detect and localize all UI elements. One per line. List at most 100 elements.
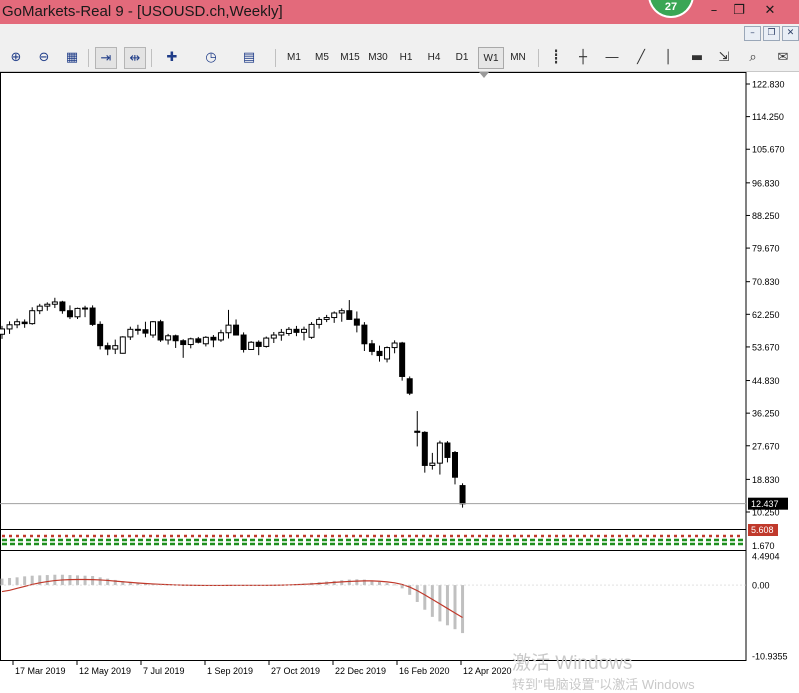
- price-tick-label: 96.830: [752, 178, 780, 188]
- candle-body: [376, 350, 383, 357]
- timeframe-h4-button[interactable]: H4: [421, 47, 447, 69]
- candle-body: [6, 324, 13, 330]
- candle-body: [331, 312, 338, 319]
- indicator-value-label: 5.608: [751, 525, 774, 535]
- minimize-icon[interactable]: –: [704, 2, 724, 20]
- price-tick-label: 79.670: [752, 244, 780, 254]
- period-separators-button[interactable]: ┋: [545, 47, 567, 69]
- search-icon: ⌕: [749, 50, 757, 65]
- candle-body: [82, 307, 89, 310]
- candle-body: [89, 307, 96, 325]
- price-pane: [0, 72, 747, 530]
- chat-button[interactable]: ✉: [772, 47, 794, 69]
- candle-body: [210, 336, 217, 341]
- trendline-button[interactable]: ╱: [630, 47, 652, 69]
- candle-body: [36, 305, 43, 312]
- chart-area[interactable]: 122.830 114.250 105.670 96.830 88.250 79.670 7…: [0, 72, 799, 686]
- macd-pane: [0, 550, 747, 661]
- candle-body: [119, 336, 126, 354]
- candle-body: [323, 317, 330, 320]
- candle-body: [368, 343, 375, 352]
- macd-histogram-bar: [423, 585, 427, 610]
- rectangle-button[interactable]: ▬: [686, 47, 708, 69]
- clock-icon: ◷: [205, 50, 217, 65]
- candle-body: [414, 430, 421, 433]
- arrows-button[interactable]: ⇲: [713, 47, 735, 69]
- macd-tick-label: 4.4904: [752, 552, 780, 562]
- price-tick-label: 88.250: [752, 211, 780, 221]
- candle-body: [429, 462, 436, 466]
- restore-icon[interactable]: ❐: [729, 2, 749, 20]
- zoom-in-button[interactable]: ⊕: [5, 47, 27, 69]
- macd-histogram-bar: [347, 579, 351, 586]
- candle-body: [225, 324, 232, 334]
- candle-body: [150, 321, 156, 336]
- timeframe-m15-button[interactable]: M15: [337, 47, 363, 69]
- date-tick-label: 16 Feb 2020: [399, 666, 450, 676]
- candle-body: [263, 337, 270, 347]
- candle-body: [361, 324, 368, 345]
- search-button[interactable]: ⌕: [742, 47, 764, 69]
- macd-histogram-bar: [453, 585, 457, 630]
- candle-body: [21, 321, 28, 325]
- candle-body: [66, 310, 73, 318]
- date-tick-label: 7 Jul 2019: [143, 666, 185, 676]
- candle-body: [104, 345, 111, 350]
- candle-body: [255, 341, 262, 347]
- mdi-close-icon[interactable]: ✕: [782, 26, 799, 41]
- auto-scroll-button[interactable]: ⇥: [95, 47, 117, 69]
- timeframe-h1-button[interactable]: H1: [393, 47, 419, 69]
- candle-body: [338, 310, 345, 314]
- candle-body: [202, 336, 209, 345]
- chart-shift-button[interactable]: ⇹: [124, 47, 146, 69]
- candle-body: [421, 431, 428, 466]
- tile-windows-button[interactable]: ▦: [61, 47, 83, 69]
- candle-body: [391, 342, 398, 349]
- candle-body: [165, 335, 172, 341]
- toolbar-separator: [538, 49, 539, 67]
- close-icon[interactable]: ✕: [760, 2, 780, 20]
- candle-body: [195, 338, 202, 343]
- macd-histogram-bar: [415, 585, 419, 602]
- macd-histogram-bar: [15, 577, 19, 586]
- rectangle-icon: ▬: [690, 50, 704, 65]
- candle-body: [127, 328, 134, 338]
- macd-tick-label: 0.00: [752, 581, 770, 591]
- price-tick-label: 27.670: [752, 441, 780, 451]
- toolbar-separator: [275, 49, 276, 67]
- candle-body: [97, 323, 104, 347]
- macd-histogram-bar: [430, 585, 434, 617]
- indicators-button[interactable]: ✚: [158, 47, 186, 69]
- timeframe-d1-button[interactable]: D1: [449, 47, 475, 69]
- macd-histogram-bar: [378, 581, 381, 586]
- candle-body: [59, 301, 66, 312]
- candle-body: [74, 307, 81, 318]
- candle-body: [248, 341, 255, 350]
- arrows-icon: ⇲: [718, 50, 730, 65]
- price-tick-label: 36.250: [752, 409, 780, 419]
- candle-body: [157, 321, 164, 341]
- crosshair-button[interactable]: ┼: [572, 47, 594, 69]
- toolbar: – ❐ ✕ ⊕ ⊖ ▦ ⇥ ⇹ ✚ ◷ ▤ M1 M5 M15 M30 H1 H4 D1 W1 MN ┋ ┼ ― ╱ │ ▬…: [0, 24, 799, 72]
- timeframe-mn-button[interactable]: MN: [505, 47, 531, 69]
- templates-button[interactable]: ▤: [235, 47, 263, 69]
- vertical-line-button[interactable]: │: [657, 47, 679, 69]
- mdi-minimize-icon[interactable]: –: [744, 26, 761, 41]
- timeframe-w1-button[interactable]: W1: [478, 47, 504, 69]
- toolbar-separator: [151, 49, 152, 67]
- periods-button[interactable]: ◷: [197, 47, 225, 69]
- price-tick-label: 105.670: [752, 145, 785, 155]
- timeframe-m30-button[interactable]: M30: [365, 47, 391, 69]
- candle-body: [444, 442, 451, 458]
- candle-body: [436, 442, 443, 464]
- candle-body: [29, 310, 36, 325]
- horizontal-line-icon: ―: [605, 50, 619, 65]
- timeframe-m1-button[interactable]: M1: [281, 47, 307, 69]
- zoom-out-button[interactable]: ⊖: [33, 47, 55, 69]
- timeframe-m5-button[interactable]: M5: [309, 47, 335, 69]
- notification-badge[interactable]: 27: [648, 0, 694, 18]
- horizontal-line-button[interactable]: ―: [601, 47, 623, 69]
- candle-body: [240, 334, 247, 350]
- candle-body: [172, 335, 179, 342]
- mdi-restore-icon[interactable]: ❐: [763, 26, 780, 41]
